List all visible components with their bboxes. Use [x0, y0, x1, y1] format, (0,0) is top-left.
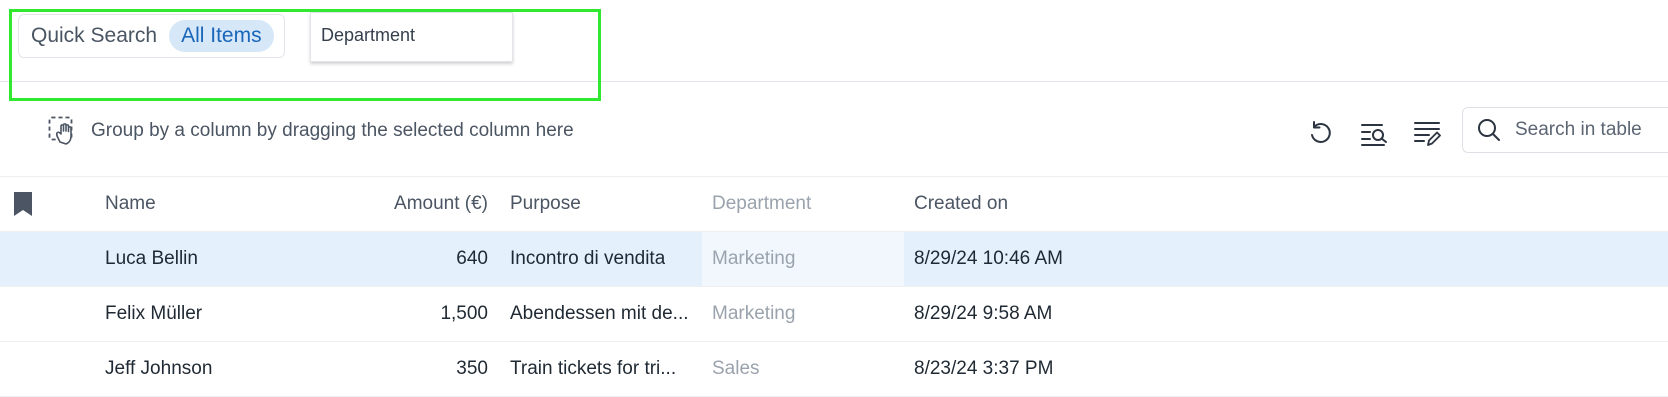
cell-purpose-text: Abendessen mit de... — [510, 303, 689, 324]
table-row[interactable]: Jeff Johnson 350 Train tickets for tri..… — [0, 342, 1668, 397]
bookmark-icon — [14, 192, 32, 216]
search-input[interactable] — [1513, 118, 1668, 142]
cell-name: Felix Müller — [105, 303, 203, 324]
header-amount[interactable]: Amount (€) — [345, 177, 488, 231]
cell-department-text: Marketing — [712, 303, 796, 324]
cell-name: Jeff Johnson — [105, 358, 213, 379]
cell-amount: 1,500 — [440, 303, 488, 324]
header-department[interactable]: Department — [702, 177, 904, 231]
cell-department-text: Sales — [712, 358, 760, 379]
cell-created-on: 8/23/24 3:37 PM — [914, 358, 1054, 379]
cell-created-on: 8/29/24 9:58 AM — [914, 303, 1053, 324]
bookmark-header[interactable] — [12, 177, 52, 231]
top-filter-bar: Quick Search All Items Department — [0, 0, 1668, 82]
table-header-row: Name Amount (€) Purpose Department Creat… — [0, 177, 1668, 232]
cell-created-on: 8/29/24 10:46 AM — [914, 248, 1063, 269]
department-dropdown[interactable]: Department — [310, 12, 513, 62]
all-items-chip[interactable]: All Items — [169, 20, 274, 52]
quick-search-label: Quick Search — [31, 24, 158, 47]
header-name[interactable]: Name — [105, 177, 345, 231]
edit-columns-icon[interactable] — [1413, 119, 1441, 147]
cell-amount: 640 — [456, 248, 488, 269]
search-icon — [1478, 119, 1500, 141]
drag-hand-icon — [48, 116, 73, 145]
cell-department: Marketing — [702, 287, 904, 341]
reset-icon[interactable] — [1306, 119, 1334, 147]
cell-department: Sales — [702, 342, 904, 396]
filter-search-icon[interactable] — [1360, 119, 1388, 147]
header-created-on[interactable]: Created on — [904, 177, 1204, 231]
cell-purpose: Train tickets for tri... — [500, 342, 695, 396]
quick-search-group: Quick Search All Items — [18, 14, 285, 58]
cell-purpose: Abendessen mit de... — [500, 287, 695, 341]
cell-purpose-text: Incontro di vendita — [510, 248, 666, 269]
group-by-bar[interactable]: Group by a column by dragging the select… — [0, 82, 1668, 177]
group-by-hint: Group by a column by dragging the select… — [91, 120, 574, 141]
table-row[interactable]: Luca Bellin 640 Incontro di vendita Mark… — [0, 232, 1668, 287]
department-dropdown-label: Department — [321, 25, 416, 45]
header-purpose[interactable]: Purpose — [500, 177, 695, 231]
table-search-box[interactable] — [1462, 107, 1668, 153]
cell-purpose-text: Train tickets for tri... — [510, 358, 677, 379]
cell-amount: 350 — [456, 358, 488, 379]
table-row[interactable]: Felix Müller 1,500 Abendessen mit de... … — [0, 287, 1668, 342]
cell-department: Marketing — [702, 232, 904, 286]
cell-department-text: Marketing — [712, 248, 796, 269]
expenses-table: Name Amount (€) Purpose Department Creat… — [0, 177, 1668, 397]
cell-purpose: Incontro di vendita — [500, 232, 695, 286]
cell-name: Luca Bellin — [105, 248, 198, 269]
